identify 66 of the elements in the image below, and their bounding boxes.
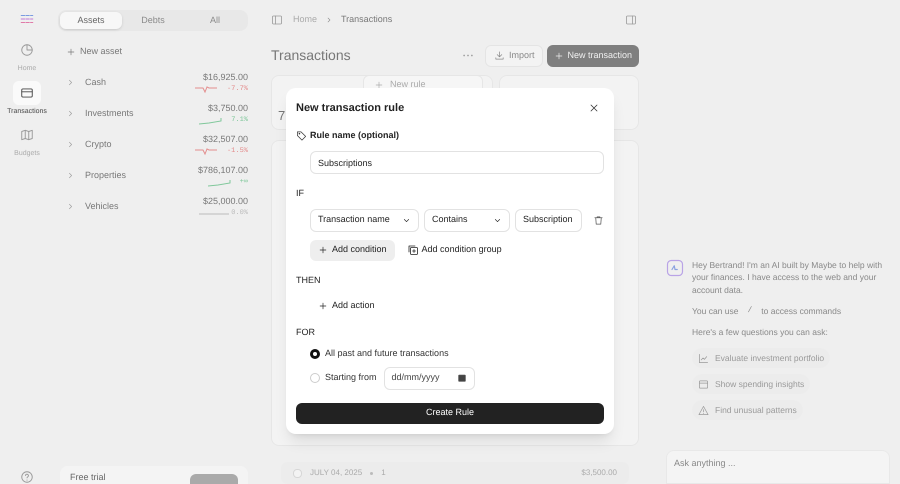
more-icon (462, 54, 473, 58)
breadcrumb-current: Transactions (341, 13, 392, 26)
suggestions-prompt: Here's a few questions you can ask: (692, 326, 829, 339)
chat-input[interactable]: Ask anything ... (666, 450, 890, 484)
plus-icon (554, 50, 564, 61)
sidebar-tab[interactable]: Debts (122, 12, 184, 29)
add-action-button[interactable]: Add action (310, 295, 383, 316)
menu-item[interactable]: New rule (374, 78, 426, 92)
radio-button[interactable] (310, 373, 320, 383)
add-condition-button[interactable]: Add condition (310, 240, 395, 260)
plus-icon (318, 300, 328, 310)
radio-option[interactable]: All past and future transactions (310, 346, 449, 360)
stat-value: 7 (278, 108, 286, 123)
create-rule-button[interactable]: Create Rule (296, 402, 604, 424)
import-button[interactable]: Import (484, 44, 544, 67)
assistant-message: Hey Bertrand! I'm an AI built by Maybe to help with your finances. I have access to the web and your account data. (692, 258, 884, 296)
slash-key: / (744, 305, 756, 317)
select-field[interactable]: Contains (424, 208, 510, 232)
section-label: THEN (296, 274, 322, 286)
line-chart-icon (698, 352, 709, 364)
credit-card-icon (20, 86, 34, 100)
plus-icon (66, 47, 76, 57)
sidebar-toggle-icon (271, 14, 283, 26)
page-title: Transactions (271, 46, 352, 66)
breadcrumb-link[interactable]: Home (293, 13, 318, 27)
plus-icon (318, 245, 328, 255)
pie-chart-icon (20, 43, 34, 57)
section-label: IF (296, 187, 305, 200)
chevron-right-icon (66, 109, 75, 118)
trial-card: Free trial (60, 466, 248, 484)
chevron-right-icon (66, 202, 75, 211)
field-label: Rule name (optional) (310, 128, 400, 142)
value-field[interactable]: Subscription (515, 208, 582, 232)
warning-icon (698, 404, 709, 416)
close-button[interactable] (588, 102, 600, 114)
delete-button[interactable] (593, 214, 604, 226)
chevron-right-icon (66, 78, 75, 87)
sidebar-tab[interactable]: All (184, 12, 246, 29)
tag-icon (296, 130, 307, 141)
radio-option[interactable]: Starting from (310, 371, 377, 385)
help-icon (20, 470, 34, 484)
radio-button[interactable] (310, 348, 320, 358)
panel-toggle-icon (625, 14, 637, 26)
rule-name-field[interactable]: Subscriptions (310, 151, 604, 174)
plus-icon (374, 80, 384, 90)
command-hint: to access commands (761, 304, 842, 318)
chevron-right-icon (66, 171, 75, 180)
checkbox[interactable] (293, 468, 302, 478)
copy-plus-icon (406, 244, 419, 256)
new-asset-button[interactable]: New asset (66, 45, 248, 59)
date-field[interactable]: dd/mm/yyyy (384, 366, 475, 390)
trash-icon (593, 214, 604, 226)
chevron-right-icon (66, 140, 75, 149)
calendar-icon (456, 373, 467, 383)
wallet-icon (698, 378, 709, 390)
command-hint: You can use (692, 304, 738, 318)
close-icon (588, 102, 600, 114)
dialog-title: New transaction rule (296, 101, 404, 116)
sidebar-tab[interactable]: Assets (60, 12, 122, 29)
new-transaction-button[interactable]: New transaction (547, 44, 639, 67)
add-condition-group-button[interactable]: Add condition group (406, 240, 502, 260)
section-label: FOR (296, 326, 316, 339)
assistant-avatar-icon (666, 258, 684, 276)
select-field[interactable]: Transaction name (310, 208, 419, 232)
download-icon (494, 50, 505, 62)
map-icon (20, 128, 34, 142)
